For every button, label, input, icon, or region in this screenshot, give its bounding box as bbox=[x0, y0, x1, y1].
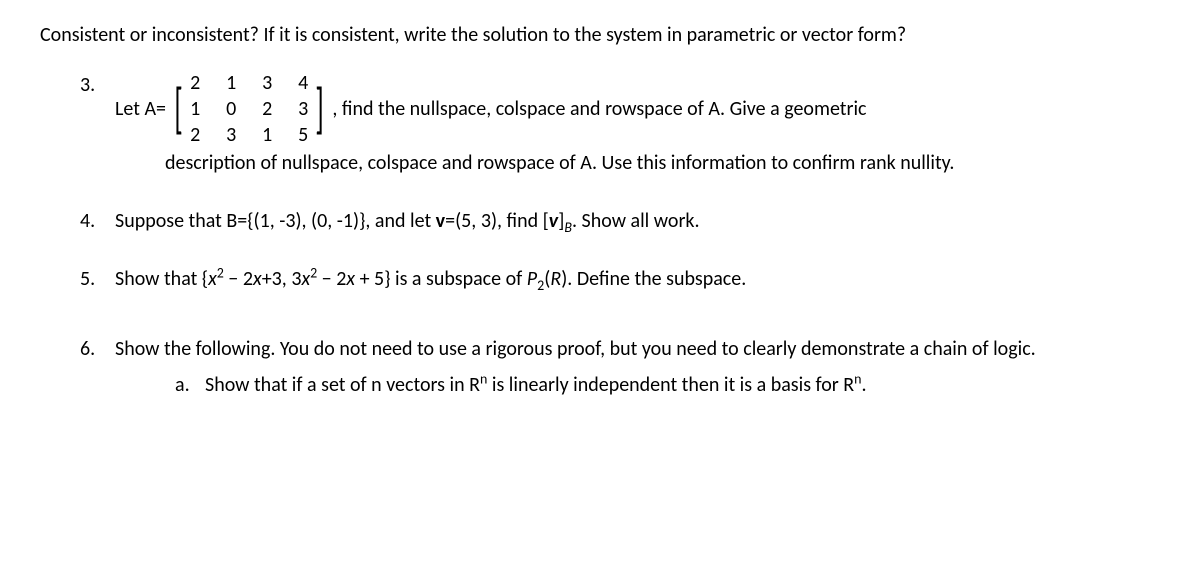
p5-text3: − 2 bbox=[317, 267, 346, 291]
p6-text: Show the following. You do not need to u… bbox=[115, 334, 1160, 364]
p5-r: R bbox=[550, 267, 561, 291]
problem-5-number: 5. bbox=[80, 264, 115, 294]
problem-4: 4. Suppose that B={(1, -3), (0, -1)}, an… bbox=[40, 206, 1160, 236]
problem-3-body: Let A= [ 2 1 3 4 1 0 2 3 bbox=[115, 70, 1160, 178]
p6-sub-a-label: a. bbox=[175, 370, 205, 400]
problem-6-number: 6. bbox=[80, 334, 115, 400]
preamble-text: Consistent or inconsistent? If it is con… bbox=[40, 20, 1160, 50]
p5-sq1: 2 bbox=[217, 264, 224, 281]
problem-3-number: 3. bbox=[80, 70, 115, 178]
matrix-a: [ 2 1 3 4 1 0 2 3 2 bbox=[170, 70, 328, 148]
p4-v-italic: v bbox=[549, 209, 558, 233]
m-2-2: 1 bbox=[259, 122, 275, 148]
m-2-1: 3 bbox=[223, 122, 239, 148]
problem-6-body: Show the following. You do not need to u… bbox=[115, 334, 1160, 400]
problem-5: 5. Show that {x2 − 2x+3, 3x2 − 2x + 5} i… bbox=[40, 264, 1160, 294]
p4-v-bold: v bbox=[436, 209, 445, 233]
p3-text-after: , find the nullspace, colspace and rowsp… bbox=[332, 94, 866, 124]
problem-4-number: 4. bbox=[80, 206, 115, 236]
p5-x4: x bbox=[346, 267, 355, 291]
p6a-text2: is linearly independent then it is a bas… bbox=[487, 373, 854, 397]
left-bracket-icon: [ bbox=[174, 84, 183, 134]
p5-x3: x bbox=[301, 267, 310, 291]
p5-text1: Show that { bbox=[115, 267, 208, 291]
p4-text3: . Show all work. bbox=[572, 209, 700, 233]
m-1-3: 3 bbox=[295, 96, 311, 122]
p3-text-before: Let A= bbox=[115, 94, 166, 124]
p6a-text1: Show that if a set of n vectors in R bbox=[205, 373, 480, 397]
m-0-0: 2 bbox=[187, 70, 203, 96]
problem-6: 6. Show the following. You do not need t… bbox=[40, 334, 1160, 400]
p4-text2: =(5, 3), find bbox=[445, 209, 543, 233]
p5-x2: x bbox=[253, 267, 262, 291]
p5-textx: +3, 3 bbox=[262, 267, 302, 291]
p5-sub2: 2 bbox=[537, 277, 544, 294]
m-2-3: 5 bbox=[295, 122, 311, 148]
m-1-2: 2 bbox=[259, 96, 275, 122]
m-1-1: 0 bbox=[223, 96, 239, 122]
problem-3: 3. Let A= [ 2 1 3 4 1 0 2 3 bbox=[40, 70, 1160, 178]
p5-p: P bbox=[527, 267, 537, 291]
p4-sub-b: B bbox=[564, 219, 572, 236]
m-1-0: 1 bbox=[187, 96, 203, 122]
p6a-text3: . bbox=[861, 373, 866, 397]
right-bracket-icon: ] bbox=[315, 84, 324, 134]
problem-5-body: Show that {x2 − 2x+3, 3x2 − 2x + 5} is a… bbox=[115, 264, 1160, 294]
m-0-2: 3 bbox=[259, 70, 275, 96]
m-0-3: 4 bbox=[295, 70, 311, 96]
p3-continuation: description of nullspace, colspace and r… bbox=[115, 148, 1160, 178]
m-2-0: 2 bbox=[187, 122, 203, 148]
p5-text4: + 5} is a subspace of bbox=[355, 267, 527, 291]
p4-text1: Suppose that B={(1, -3), (0, -1)}, and l… bbox=[115, 209, 436, 233]
p5-text2a: − 2 bbox=[224, 267, 253, 291]
p5-text5: ). Define the subspace. bbox=[561, 267, 746, 291]
p5-x1: x bbox=[208, 267, 217, 291]
p6-sub-a-body: Show that if a set of n vectors in Rn is… bbox=[205, 370, 867, 400]
m-0-1: 1 bbox=[223, 70, 239, 96]
problem-4-body: Suppose that B={(1, -3), (0, -1)}, and l… bbox=[115, 206, 1160, 236]
